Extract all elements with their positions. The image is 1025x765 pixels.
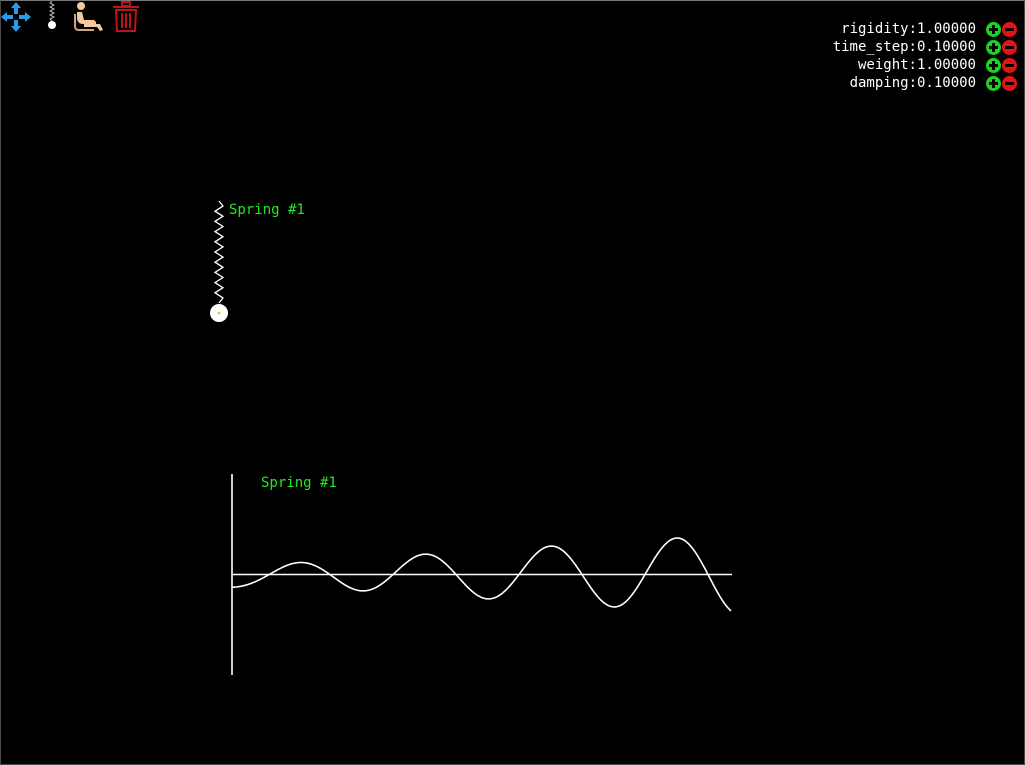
spring-weight-center <box>217 311 221 315</box>
graph-title: Spring #1 <box>261 475 337 491</box>
spring-coil <box>213 200 225 304</box>
spring-label: Spring #1 <box>229 202 305 218</box>
simulation-canvas[interactable] <box>0 0 1025 765</box>
